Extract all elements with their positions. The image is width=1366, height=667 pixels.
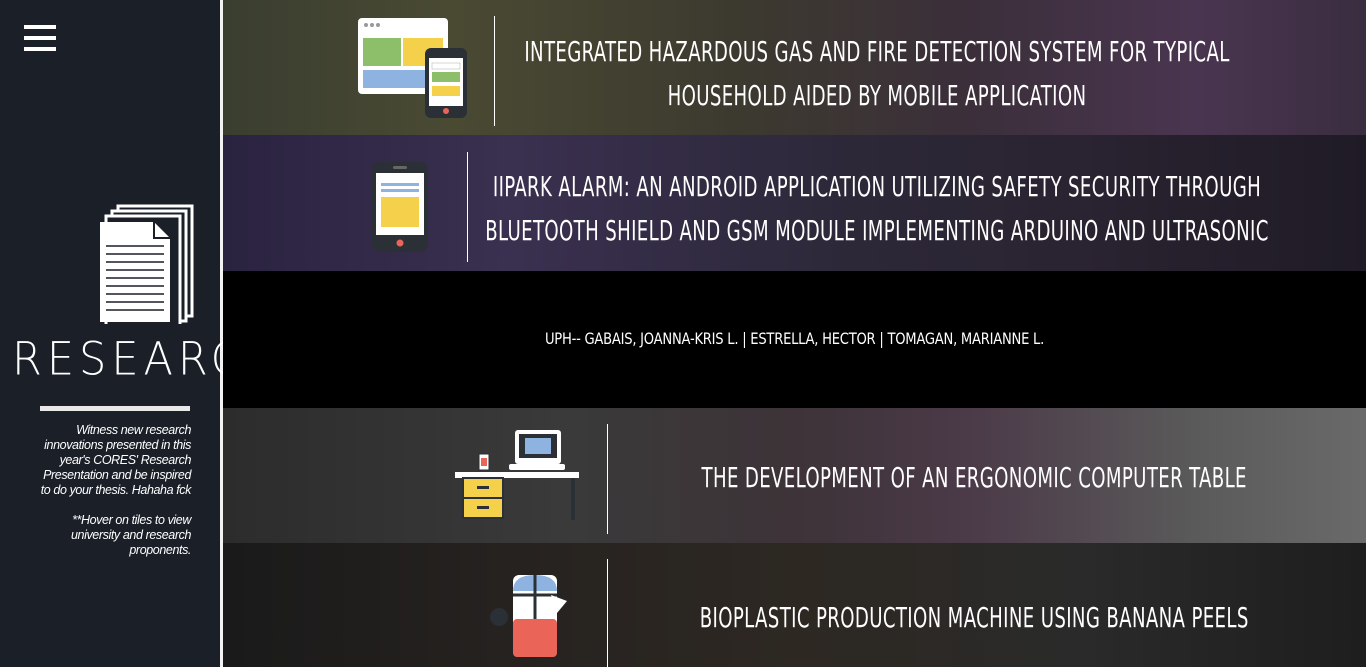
sidebar-description: Witness new research innovations present… <box>40 423 192 573</box>
divider <box>40 406 190 411</box>
tile-title-line: iIPark Alarm: An Android Application Uti… <box>492 170 1262 203</box>
sidebar: RESEARCH Witness new research innovation… <box>0 0 284 667</box>
tile-title-line: Integrated Hazardous Gas and Fire Detect… <box>524 35 1230 68</box>
tile-title: Integrated Hazardous Gas and Fire Detect… <box>387 30 1366 118</box>
tile-title: iIPark Alarm: An Android Application Uti… <box>387 165 1366 253</box>
research-tile-gas-detection[interactable]: Integrated Hazardous Gas and Fire Detect… <box>223 0 1366 135</box>
hamburger-icon[interactable] <box>24 25 56 57</box>
tile-title-line: The Development of an Ergonomic Computer… <box>701 461 1247 494</box>
tile-title-line: Household aided by Mobile Application <box>667 79 1087 112</box>
research-tile-bioplastic[interactable]: Bioplastic Production Machine Using Bana… <box>223 543 1366 667</box>
documents-icon <box>100 204 194 324</box>
hint-text: **Hover on tiles to view university and … <box>70 513 191 557</box>
page-title: RESEARCH <box>12 333 284 387</box>
research-tile-computer-table[interactable]: The Development of an Ergonomic Computer… <box>223 408 1366 543</box>
tile-title-line: Bluetooth Shield and GSM Module Implemen… <box>485 214 1269 247</box>
tile-title: Bioplastic Production Machine Using Bana… <box>387 596 1366 640</box>
research-tile-proponents[interactable]: UPH-- Gabais, Joanna-Kris L. | Estrella,… <box>223 271 1366 408</box>
tile-title-line: Bioplastic Production Machine Using Bana… <box>699 601 1249 634</box>
research-tile-park-alarm[interactable]: iIPark Alarm: An Android Application Uti… <box>223 135 1366 271</box>
description-text: Witness new research innovations present… <box>40 423 192 497</box>
proponents-text: UPH-- Gabais, Joanna-Kris L. | Estrella,… <box>544 329 1045 348</box>
tile-title: The Development of an Ergonomic Computer… <box>387 456 1366 500</box>
